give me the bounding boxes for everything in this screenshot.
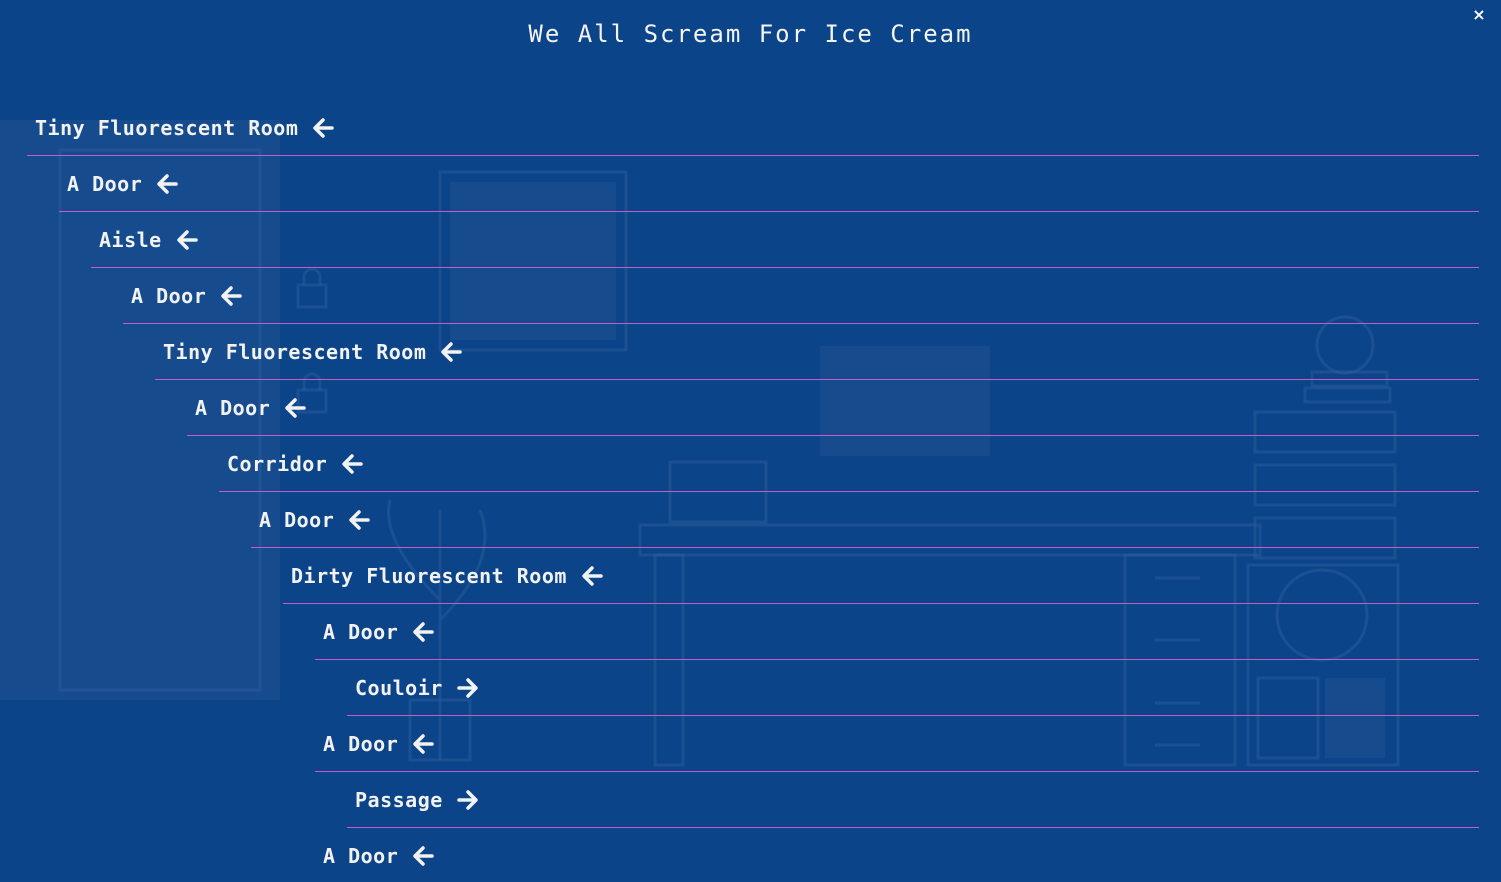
location-name: A Door: [323, 844, 399, 868]
location-name: A Door: [131, 284, 207, 308]
location-name: Aisle: [99, 228, 162, 252]
arrow-left-icon[interactable]: [341, 453, 364, 474]
history-row[interactable]: A Door: [123, 268, 1479, 324]
location-name: A Door: [323, 732, 399, 756]
location-name: Tiny Fluorescent Room: [35, 116, 299, 140]
history-row[interactable]: Passage: [347, 772, 1479, 828]
history-row-label: Corridor: [227, 452, 364, 476]
arrow-right-icon[interactable]: [457, 677, 479, 698]
history-row-label: A Door: [259, 508, 370, 532]
history-row-label: Passage: [355, 788, 479, 812]
location-name: A Door: [259, 508, 335, 532]
history-row-label: A Door: [323, 620, 434, 644]
arrow-left-icon[interactable]: [412, 621, 434, 642]
page-title: We All Scream For Ice Cream: [528, 20, 973, 48]
history-row-label: Tiny Fluorescent Room: [163, 340, 463, 364]
history-row[interactable]: A Door: [315, 604, 1479, 660]
history-row[interactable]: Dirty Fluorescent Room: [283, 548, 1479, 604]
arrow-left-icon[interactable]: [581, 565, 603, 586]
location-name: Tiny Fluorescent Room: [163, 340, 427, 364]
history-row-label: A Door: [67, 172, 178, 196]
location-name: Dirty Fluorescent Room: [291, 564, 567, 588]
arrow-left-icon[interactable]: [176, 229, 198, 250]
history-row[interactable]: Tiny Fluorescent Room: [27, 100, 1479, 156]
history-row-label: A Door: [323, 844, 434, 868]
history-row[interactable]: A Door: [315, 828, 1479, 882]
location-name: A Door: [195, 396, 271, 420]
arrow-left-icon[interactable]: [284, 397, 306, 418]
location-name: Passage: [355, 788, 443, 812]
arrow-left-icon[interactable]: [440, 341, 463, 362]
location-name: A Door: [323, 620, 399, 644]
history-row[interactable]: A Door: [59, 156, 1479, 212]
history-row-label: A Door: [131, 284, 242, 308]
history-row-label: A Door: [323, 732, 434, 756]
arrow-left-icon[interactable]: [348, 509, 370, 530]
history-row[interactable]: Aisle: [91, 212, 1479, 268]
arrow-left-icon[interactable]: [412, 733, 434, 754]
close-button[interactable]: ×: [1466, 2, 1492, 28]
history-row[interactable]: Couloir: [347, 660, 1479, 716]
arrow-left-icon[interactable]: [312, 117, 335, 138]
location-name: A Door: [67, 172, 143, 196]
history-row-label: Dirty Fluorescent Room: [291, 564, 603, 588]
history-row-label: A Door: [195, 396, 306, 420]
location-name: Corridor: [227, 452, 328, 476]
history-row[interactable]: Corridor: [219, 436, 1479, 492]
history-row-label: Couloir: [355, 676, 479, 700]
arrow-left-icon[interactable]: [156, 173, 178, 194]
history-row[interactable]: A Door: [315, 716, 1479, 772]
game-screen: We All Scream For Ice Cream × Tiny Fluor…: [0, 0, 1501, 882]
arrow-left-icon[interactable]: [412, 845, 434, 866]
history-row[interactable]: Tiny Fluorescent Room: [155, 324, 1479, 380]
arrow-right-icon[interactable]: [457, 789, 479, 810]
arrow-left-icon[interactable]: [220, 285, 242, 306]
history-row[interactable]: A Door: [187, 380, 1479, 436]
history-row-label: Aisle: [99, 228, 198, 252]
history-row-label: Tiny Fluorescent Room: [35, 116, 335, 140]
location-name: Couloir: [355, 676, 443, 700]
history-row[interactable]: A Door: [251, 492, 1479, 548]
